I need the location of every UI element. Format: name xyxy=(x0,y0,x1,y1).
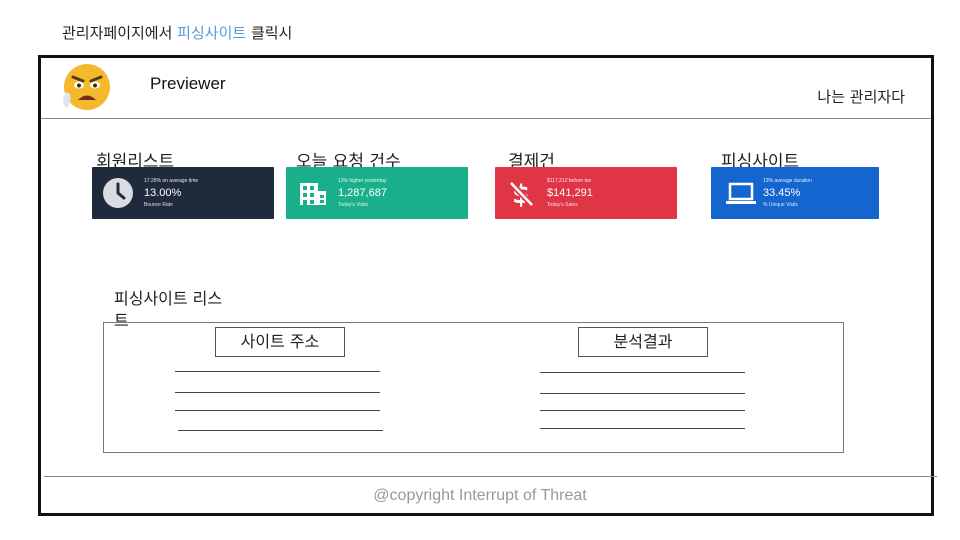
caption-prefix: 관리자페이지에서 xyxy=(62,24,178,42)
card-sub: $117,212 before tax xyxy=(547,178,592,184)
list-row-placeholder xyxy=(175,371,380,372)
caption-suffix: 클릭시 xyxy=(246,24,293,42)
card-sub: 13% average duration xyxy=(763,178,812,184)
footer-copyright: @copyright Interrupt of Threat xyxy=(373,487,587,504)
list-row-placeholder xyxy=(175,392,380,393)
card-sub: 13% higher yesterday xyxy=(338,178,387,184)
list-row-placeholder xyxy=(540,372,745,373)
phishing-list-title: 피싱사이트 리스트 xyxy=(114,289,223,330)
card-value: 13.00% xyxy=(144,187,182,199)
footer-divider xyxy=(44,476,937,477)
app-title: Previewer xyxy=(150,74,226,93)
stat-card-requests[interactable]: 13% higher yesterday 1,287,687 Today's V… xyxy=(286,167,468,219)
stat-card-members[interactable]: 17.25% on average time 13.00% Bounce Rat… xyxy=(92,167,274,219)
clock-icon xyxy=(103,178,133,208)
column-analysis-result[interactable]: 분석결과 xyxy=(578,327,708,357)
list-row-placeholder xyxy=(540,428,745,429)
stat-card-phishing[interactable]: 13% average duration 33.45% % Unique Vis… xyxy=(711,167,879,219)
card-sub: 17.25% on average time xyxy=(144,178,199,184)
angry-emoji-icon xyxy=(63,64,110,110)
caption-highlight: 피싱사이트 xyxy=(177,24,247,42)
admin-user-label[interactable]: 나는 관리자다 xyxy=(817,86,905,107)
dollar-slash-icon: $ xyxy=(508,180,535,209)
list-row-placeholder xyxy=(540,393,745,394)
card-foot: Today's Visits xyxy=(338,202,369,208)
card-foot: Bounce Rate xyxy=(144,202,173,208)
list-row-placeholder xyxy=(175,410,380,411)
column-site-address[interactable]: 사이트 주소 xyxy=(215,327,345,357)
stat-card-payments[interactable]: $ $117,212 before tax $141,291 Today's S… xyxy=(495,167,677,219)
list-row-placeholder xyxy=(178,430,383,431)
card-value: 1,287,687 xyxy=(338,187,387,199)
card-value: $141,291 xyxy=(547,187,593,199)
card-value: 33.45% xyxy=(763,187,801,199)
card-foot: Today's Sales xyxy=(547,202,578,208)
card-foot: % Unique Visits xyxy=(763,202,798,208)
header-divider xyxy=(41,118,931,119)
list-row-placeholder xyxy=(540,410,745,411)
page-caption: 관리자페이지에서 피싱사이트 클릭시 xyxy=(62,22,292,43)
laptop-icon xyxy=(726,182,756,204)
building-icon xyxy=(300,183,326,205)
